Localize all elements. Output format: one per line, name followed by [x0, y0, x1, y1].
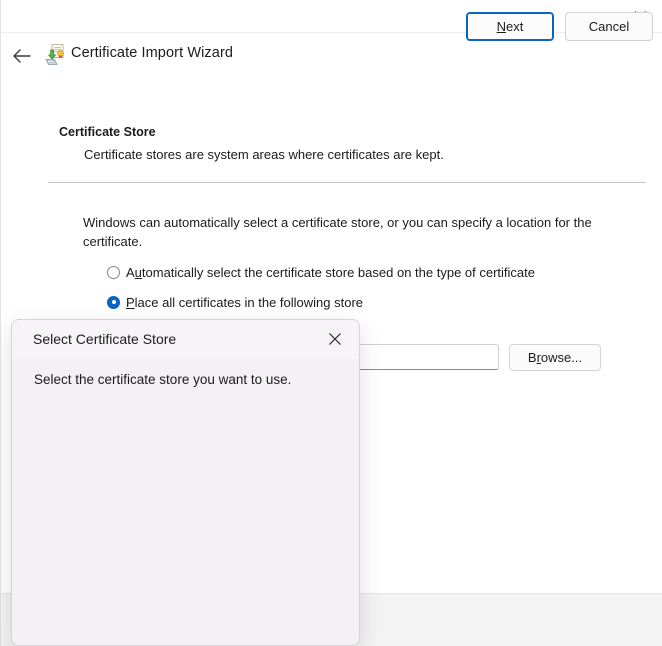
radio-label-auto: Automatically select the certificate sto…: [126, 264, 535, 280]
next-button[interactable]: Next: [466, 12, 554, 41]
certificate-import-icon: [44, 43, 68, 67]
back-arrow-icon[interactable]: [7, 42, 37, 70]
page-title: Certificate Import Wizard: [71, 45, 234, 61]
close-icon[interactable]: [315, 323, 355, 355]
radio-mark-auto: [107, 265, 120, 279]
browse-button[interactable]: Browse...: [509, 344, 601, 371]
header-divider: [48, 182, 646, 183]
wizard-titlebar: [1, 0, 662, 33]
dialog-instruction: Select the certificate store you want to…: [34, 372, 292, 387]
body-paragraph: Windows can automatically select a certi…: [83, 215, 592, 249]
dialog-title: Select Certificate Store: [33, 331, 177, 347]
wizard-header: Certificate Import Wizard: [1, 33, 662, 78]
page-heading: Certificate Store: [59, 125, 156, 139]
page-subheading: Certificate stores are system areas wher…: [84, 147, 444, 162]
radio-auto-select-store[interactable]: Automatically select the certificate sto…: [107, 262, 535, 282]
radio-label-place: Place all certificates in the following …: [126, 294, 364, 310]
select-certificate-store-dialog: Select Certificate Store Select the cert…: [11, 319, 360, 646]
radio-mark-place: [107, 295, 120, 309]
radio-place-all-in-store[interactable]: Place all certificates in the following …: [107, 292, 363, 312]
cancel-button[interactable]: Cancel: [565, 12, 653, 41]
